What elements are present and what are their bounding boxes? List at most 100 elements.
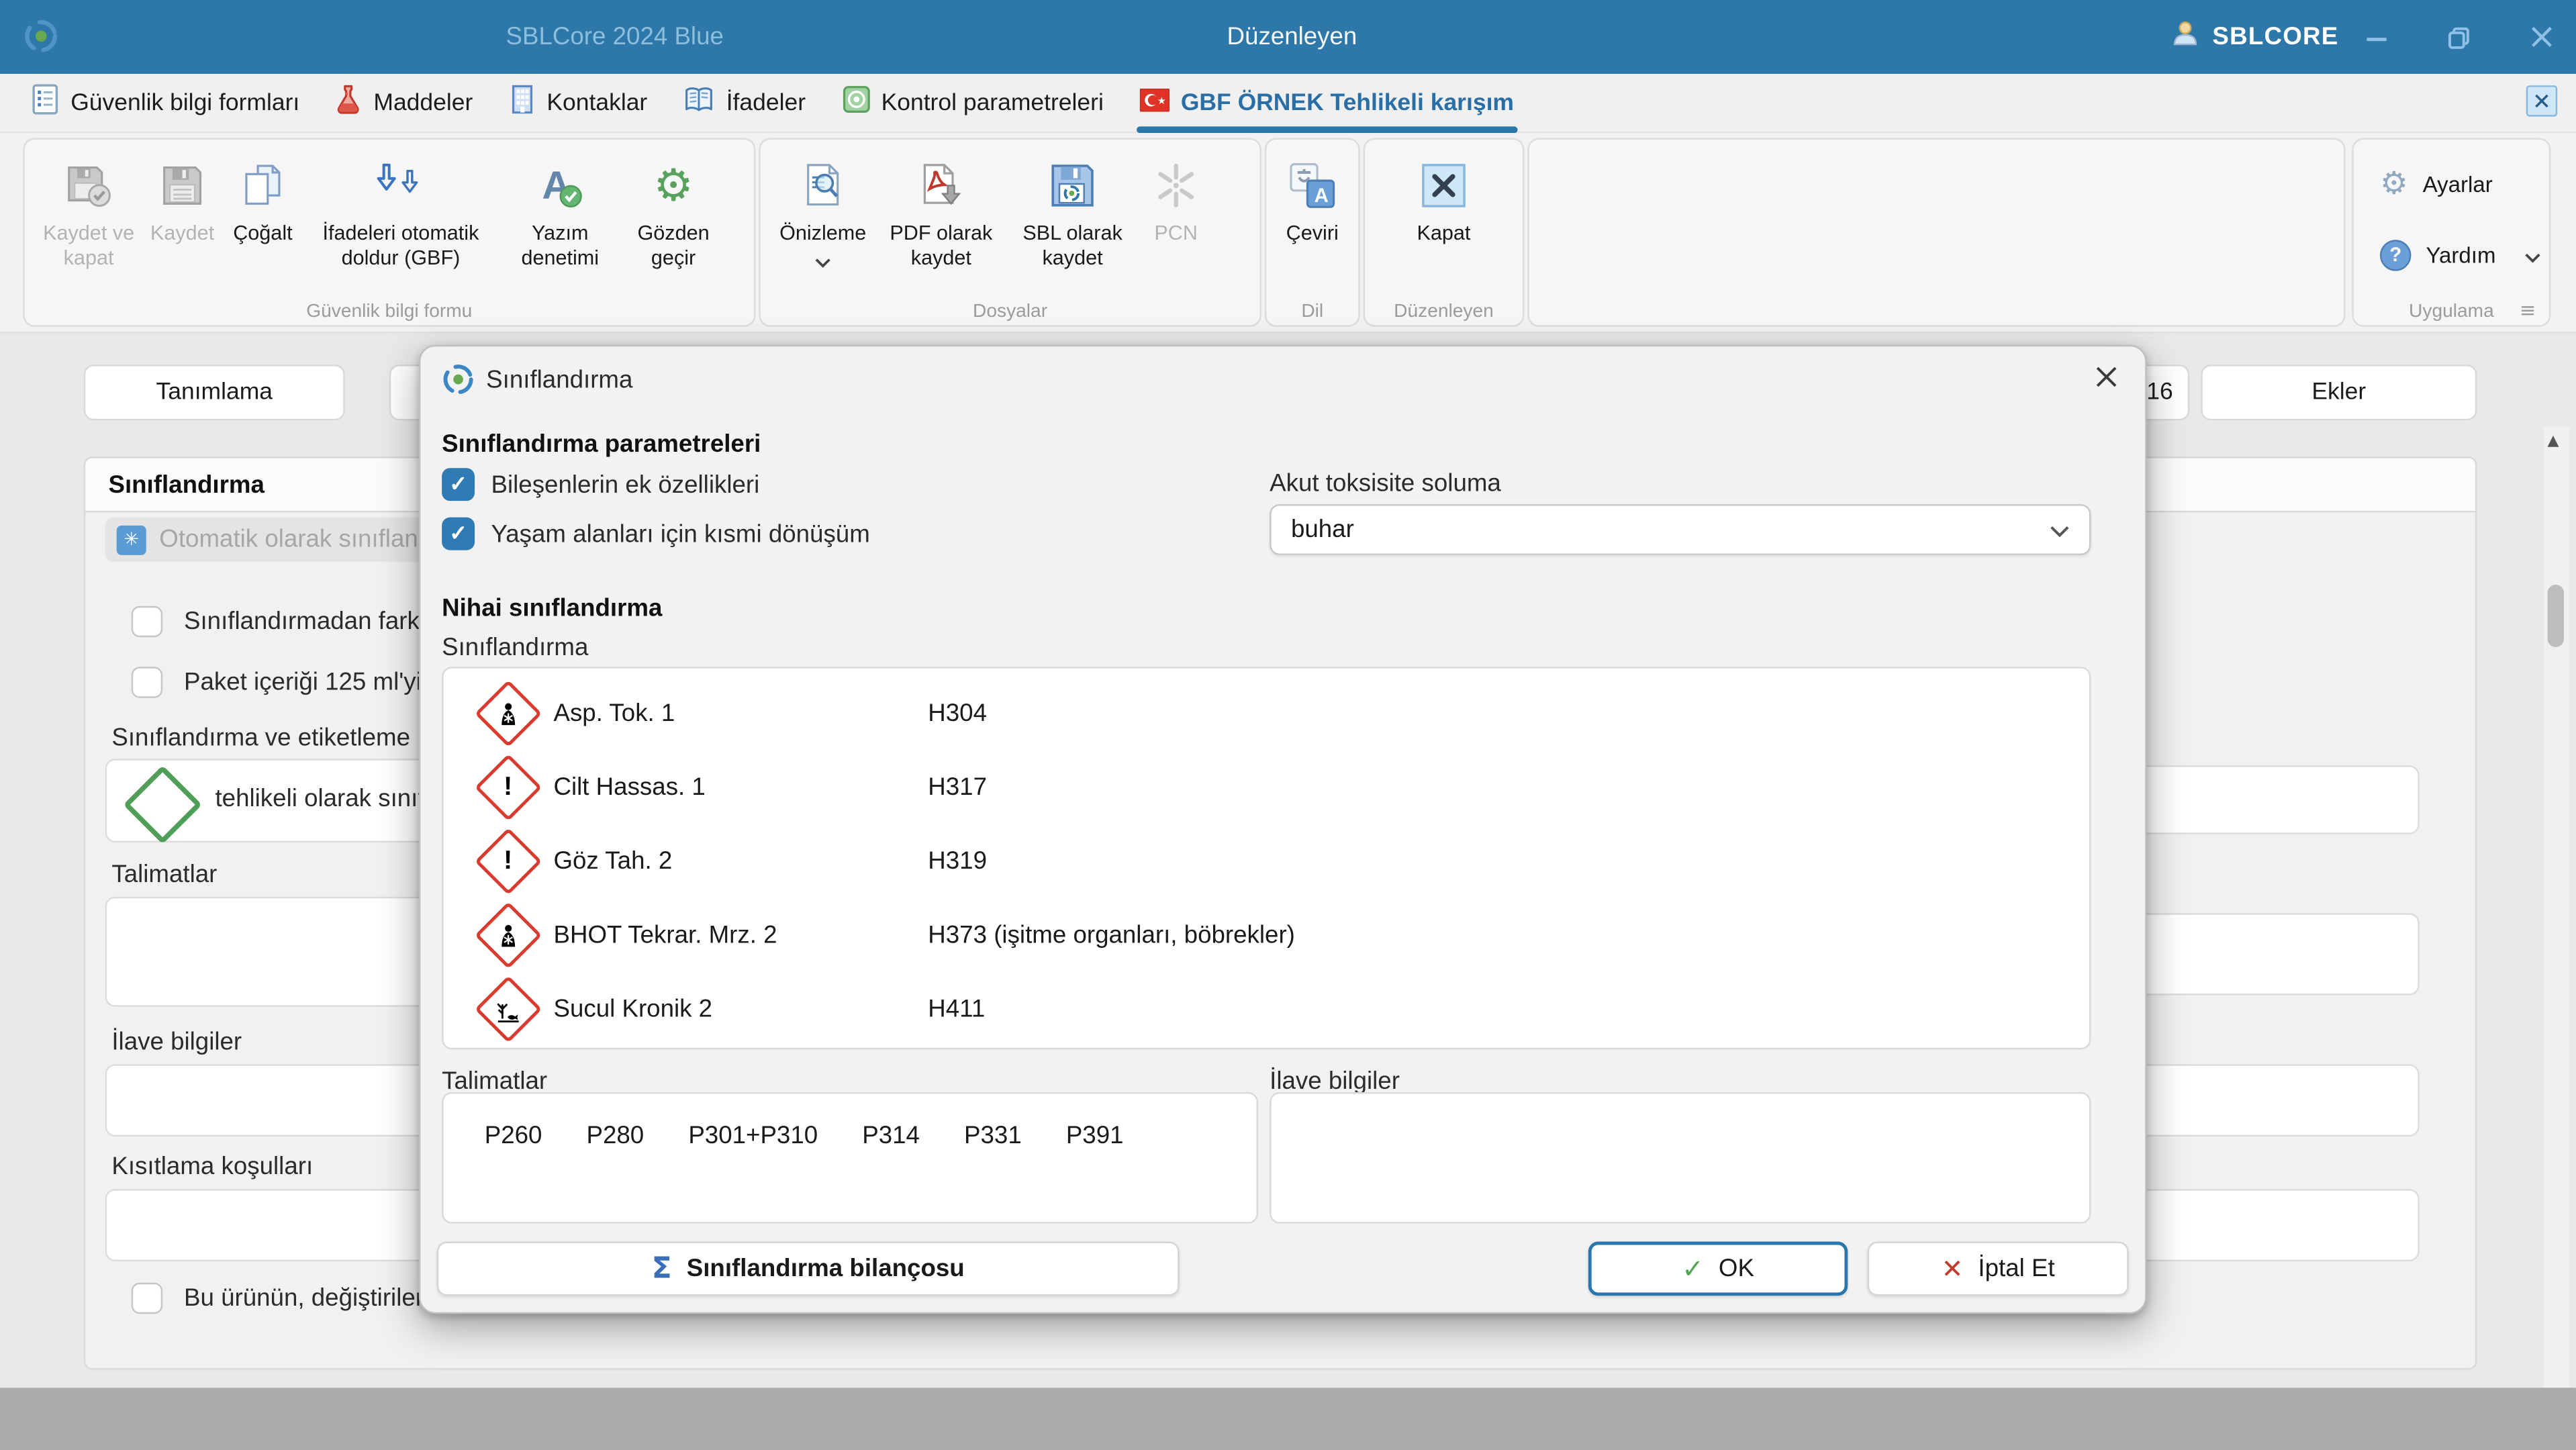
ribbon-group-label: Dosyalar [761, 302, 1260, 322]
scrollbar-thumb[interactable] [2548, 585, 2564, 647]
save-button[interactable]: Kaydet [143, 144, 222, 246]
button-label: Önizleme [779, 222, 866, 246]
duplicate-button[interactable]: Çoğalt [222, 144, 303, 246]
components-checkbox[interactable]: ✓ [442, 468, 475, 501]
modified-sds-checkbox[interactable] [132, 1283, 162, 1314]
classification-row[interactable]: Sucul Kronik 2 H411 [468, 972, 2089, 1046]
check-icon: ✓ [449, 471, 467, 497]
app-title: SBLCore 2024 Blue [506, 23, 724, 51]
save-icon [159, 150, 205, 222]
spellcheck-button[interactable]: A Yazım denetimi [497, 144, 622, 271]
classification-list-label: Sınıflandırma [442, 634, 588, 662]
user-icon [2171, 19, 2199, 55]
close-editor-button[interactable]: Kapat [1394, 144, 1493, 246]
tab-label: Kontrol parametreleri [881, 89, 1104, 115]
section-tab-tanimlama[interactable]: Tanımlama [84, 365, 345, 420]
preview-icon [798, 150, 847, 222]
tab-maddeler[interactable]: Maddeler [318, 73, 491, 132]
button-label: SBL olarak kaydet [1007, 222, 1139, 271]
classification-balance-button[interactable]: Σ Sınıflandırma bilançosu [437, 1242, 1180, 1296]
ghs07-exclamation-icon: ! [468, 838, 546, 885]
scroll-up-icon[interactable]: ▲ [2548, 434, 2559, 450]
red-x-icon: ✕ [1942, 1253, 1964, 1284]
p-code[interactable]: P331 [964, 1122, 1022, 1222]
precautionary-codes-box[interactable]: P260 P280 P301+P310 P314 P331 P391 [442, 1092, 1258, 1224]
ribbon-group-editor: Kapat Düzenleyen [1364, 138, 1525, 327]
ribbon-group-language: A Çeviri Dil [1265, 138, 1360, 327]
panel-title: Sınıflandırma [108, 471, 264, 499]
habitats-checkbox[interactable]: ✓ [442, 518, 475, 550]
ghs09-environment-icon [468, 985, 546, 1033]
settings-button[interactable]: ⚙ Ayarlar [2380, 159, 2549, 208]
hazard-class-name: Sucul Kronik 2 [553, 996, 928, 1024]
green-gear-icon: ⚙ [653, 150, 693, 222]
svg-text:A: A [1315, 185, 1329, 207]
restore-button[interactable] [2447, 26, 2470, 48]
review-button[interactable]: ⚙ Gözden geçir [622, 144, 724, 271]
select-value: buhar [1291, 516, 1354, 544]
tab-kontaklar[interactable]: Kontaklar [491, 73, 665, 132]
classification-row[interactable]: BHOT Tekrar. Mrz. 2 H373 (işitme organla… [468, 898, 2089, 972]
hazard-class-name: Göz Tah. 2 [553, 847, 928, 875]
sigma-icon: Σ [652, 1251, 672, 1286]
dialog-additional-info-field[interactable] [1270, 1092, 2091, 1224]
translate-button[interactable]: A Çeviri [1276, 144, 1349, 246]
p-code[interactable]: P301+P310 [688, 1122, 818, 1222]
starburst-icon [1153, 150, 1199, 222]
ok-button[interactable]: ✓ OK [1588, 1242, 1848, 1296]
turkish-flag-icon: ★ [1140, 88, 1170, 117]
auto-classify-icon: ✳ [117, 525, 146, 554]
tab-guvenlik-bilgi-formlari[interactable]: Güvenlik bilgi formları [13, 73, 318, 132]
auto-classify-label: Otomatik olarak sınıflandır [159, 526, 446, 554]
classification-row[interactable]: Asp. Tok. 1 H304 [468, 677, 2089, 751]
autofill-phrases-button[interactable]: İfadeleri otomatik doldur (GBF) [304, 144, 498, 271]
help-button[interactable]: ? Yardım [2380, 230, 2549, 279]
minimize-button[interactable] [2365, 26, 2388, 48]
dialog-close-icon[interactable] [2094, 365, 2119, 397]
tab-label: Güvenlik bilgi formları [70, 89, 299, 115]
close-document-tab-button[interactable] [2526, 85, 2557, 116]
tab-gbf-ornek-tehlikeli-karisim[interactable]: ★ GBF ÖRNEK Tehlikeli karışım [1122, 73, 1532, 132]
pcn-button[interactable]: PCN [1138, 144, 1214, 246]
button-label: Yardım [2426, 242, 2495, 267]
menu-icon[interactable]: ≡ [2520, 299, 2536, 322]
classification-row[interactable]: ! Cilt Hassas. 1 H317 [468, 751, 2089, 824]
different-labeling-checkbox[interactable] [132, 606, 162, 637]
p-code[interactable]: P280 [587, 1122, 645, 1222]
classification-row[interactable]: ! Göz Tah. 2 H319 [468, 824, 2089, 898]
app-logo-icon [21, 16, 61, 56]
p-code[interactable]: P314 [862, 1122, 920, 1222]
components-checkbox-label: Bileşenlerin ek özellikleri [491, 471, 760, 499]
hazard-statement-code: H304 [928, 699, 987, 728]
final-classification-heading: Nihai sınıflandırma [442, 595, 662, 623]
dialog-additional-info-label: İlave bilgiler [1270, 1067, 1400, 1096]
ribbon-group-label: Dil [1266, 302, 1358, 322]
ribbon-group-application: ⚙ Ayarlar ? Yardım Uygulama ≡ [2352, 138, 2550, 327]
additional-info-label: İlave bilgiler [111, 1028, 242, 1057]
save-as-pdf-button[interactable]: PDF olarak kaydet [875, 144, 1007, 271]
preview-button[interactable]: Önizleme [770, 144, 875, 274]
window-controls [2365, 0, 2576, 74]
ribbon-group-sds: Kaydet ve kapat Kaydet [23, 138, 755, 327]
p-code[interactable]: P391 [1066, 1122, 1124, 1222]
tab-kontrol-parametreleri[interactable]: Kontrol parametreleri [824, 73, 1122, 132]
tab-ifadeler[interactable]: İfadeler [665, 73, 824, 132]
hazard-class-name: Cilt Hassas. 1 [553, 773, 928, 802]
package-125ml-checkbox[interactable] [132, 667, 162, 697]
section-tab-ekler[interactable]: Ekler [2201, 365, 2477, 420]
cancel-button[interactable]: ✕ İptal Et [1868, 1242, 2129, 1296]
classification-list: Asp. Tok. 1 H304 ! Cilt Hassas. 1 H317 !… [442, 667, 2091, 1049]
chevron-down-icon [814, 250, 830, 275]
button-label: Çeviri [1286, 222, 1339, 246]
p-code[interactable]: P260 [485, 1122, 542, 1222]
button-label: Kaydet ve kapat [34, 222, 142, 271]
scrollbar-track[interactable] [2544, 427, 2569, 1412]
close-window-button[interactable] [2530, 25, 2555, 50]
save-as-sbl-button[interactable]: SBL olarak kaydet [1007, 144, 1139, 271]
acute-toxicity-select[interactable]: buhar [1270, 504, 2091, 555]
user-account[interactable]: SBLCORE [2171, 0, 2338, 74]
save-and-close-button[interactable]: Kaydet ve kapat [34, 144, 142, 271]
question-circle-icon: ? [2380, 239, 2411, 270]
button-label: Yazım denetimi [497, 222, 622, 271]
ghs07-exclamation-icon: ! [468, 764, 546, 812]
